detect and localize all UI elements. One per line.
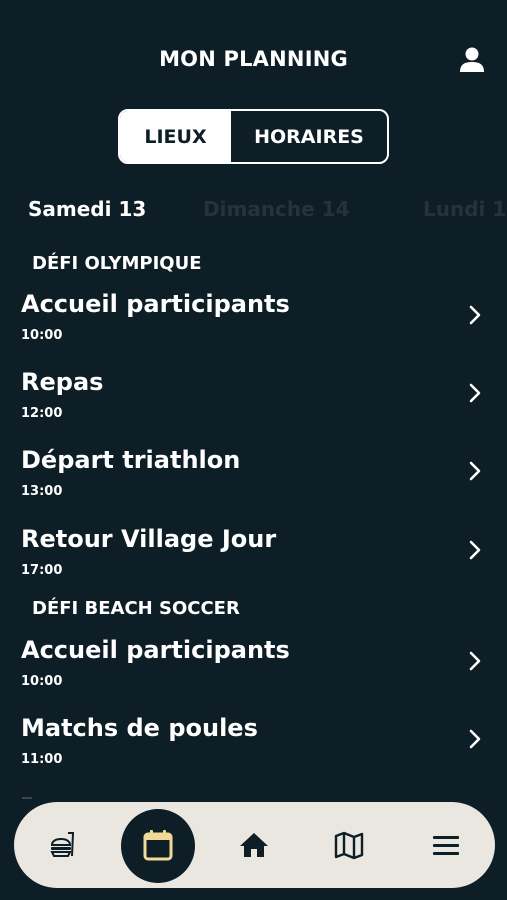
day-tab-samedi[interactable]: Samedi 13 <box>28 197 146 221</box>
calendar-icon <box>143 830 173 861</box>
home-icon <box>240 833 268 857</box>
event-name: Matchs de poules <box>21 714 258 742</box>
event-time: 10:00 <box>21 328 63 343</box>
event-time: 11:00 <box>21 752 63 767</box>
chevron-right-icon <box>469 729 481 749</box>
chevron-right-icon <box>469 540 481 560</box>
event-name: Départ triathlon <box>21 446 241 474</box>
day-tab-dimanche[interactable]: Dimanche 14 <box>203 197 349 221</box>
event-name: Accueil participants <box>21 290 290 318</box>
event-row[interactable]: Retour Village Jour 17:00 <box>0 525 507 587</box>
user-icon <box>460 47 484 72</box>
header: MON PLANNING <box>0 40 507 80</box>
nav-item-food[interactable] <box>27 802 97 888</box>
event-time: 10:00 <box>21 674 63 689</box>
event-row[interactable]: Matchs de poules 11:00 <box>0 714 507 776</box>
nav-item-map[interactable] <box>314 802 384 888</box>
view-toggle: LIEUX HORAIRES <box>118 109 389 164</box>
tab-horaires[interactable]: HORAIRES <box>231 111 387 162</box>
chevron-right-icon <box>469 383 481 403</box>
event-time: 13:00 <box>21 484 63 499</box>
section-title-defi-olympique: DÉFI OLYMPIQUE <box>32 253 202 274</box>
event-row[interactable]: Départ triathlon 13:00 <box>0 446 507 508</box>
chevron-right-icon <box>469 651 481 671</box>
menu-icon <box>433 836 459 855</box>
map-icon <box>334 831 364 860</box>
section-title-defi-beach-soccer: DÉFI BEACH SOCCER <box>32 598 240 619</box>
planning-screen: MON PLANNING LIEUX HORAIRES Samedi 13 Di… <box>0 0 507 900</box>
day-tab-lundi[interactable]: Lundi 15 <box>423 197 507 221</box>
event-time: 12:00 <box>21 406 63 421</box>
day-selector: Samedi 13 Dimanche 14 Lundi 15 <box>28 197 507 227</box>
event-row[interactable]: Accueil participants 10:00 <box>0 290 507 352</box>
event-name: Accueil participants <box>21 636 290 664</box>
chevron-right-icon <box>469 305 481 325</box>
nav-item-menu[interactable] <box>411 802 481 888</box>
tab-lieux[interactable]: LIEUX <box>120 111 231 162</box>
event-row[interactable]: Repas 12:00 <box>0 368 507 430</box>
scroll-peek-divider <box>22 797 32 799</box>
chevron-right-icon <box>469 461 481 481</box>
profile-button[interactable] <box>457 44 487 74</box>
nav-item-home[interactable] <box>219 802 289 888</box>
event-name: Retour Village Jour <box>21 525 277 553</box>
event-name: Repas <box>21 368 104 396</box>
event-time: 17:00 <box>21 563 63 578</box>
nav-item-calendar[interactable] <box>123 802 193 888</box>
page-title: MON PLANNING <box>159 47 348 71</box>
food-icon <box>50 832 75 857</box>
bottom-nav <box>14 802 495 888</box>
event-row[interactable]: Accueil participants 10:00 <box>0 636 507 698</box>
